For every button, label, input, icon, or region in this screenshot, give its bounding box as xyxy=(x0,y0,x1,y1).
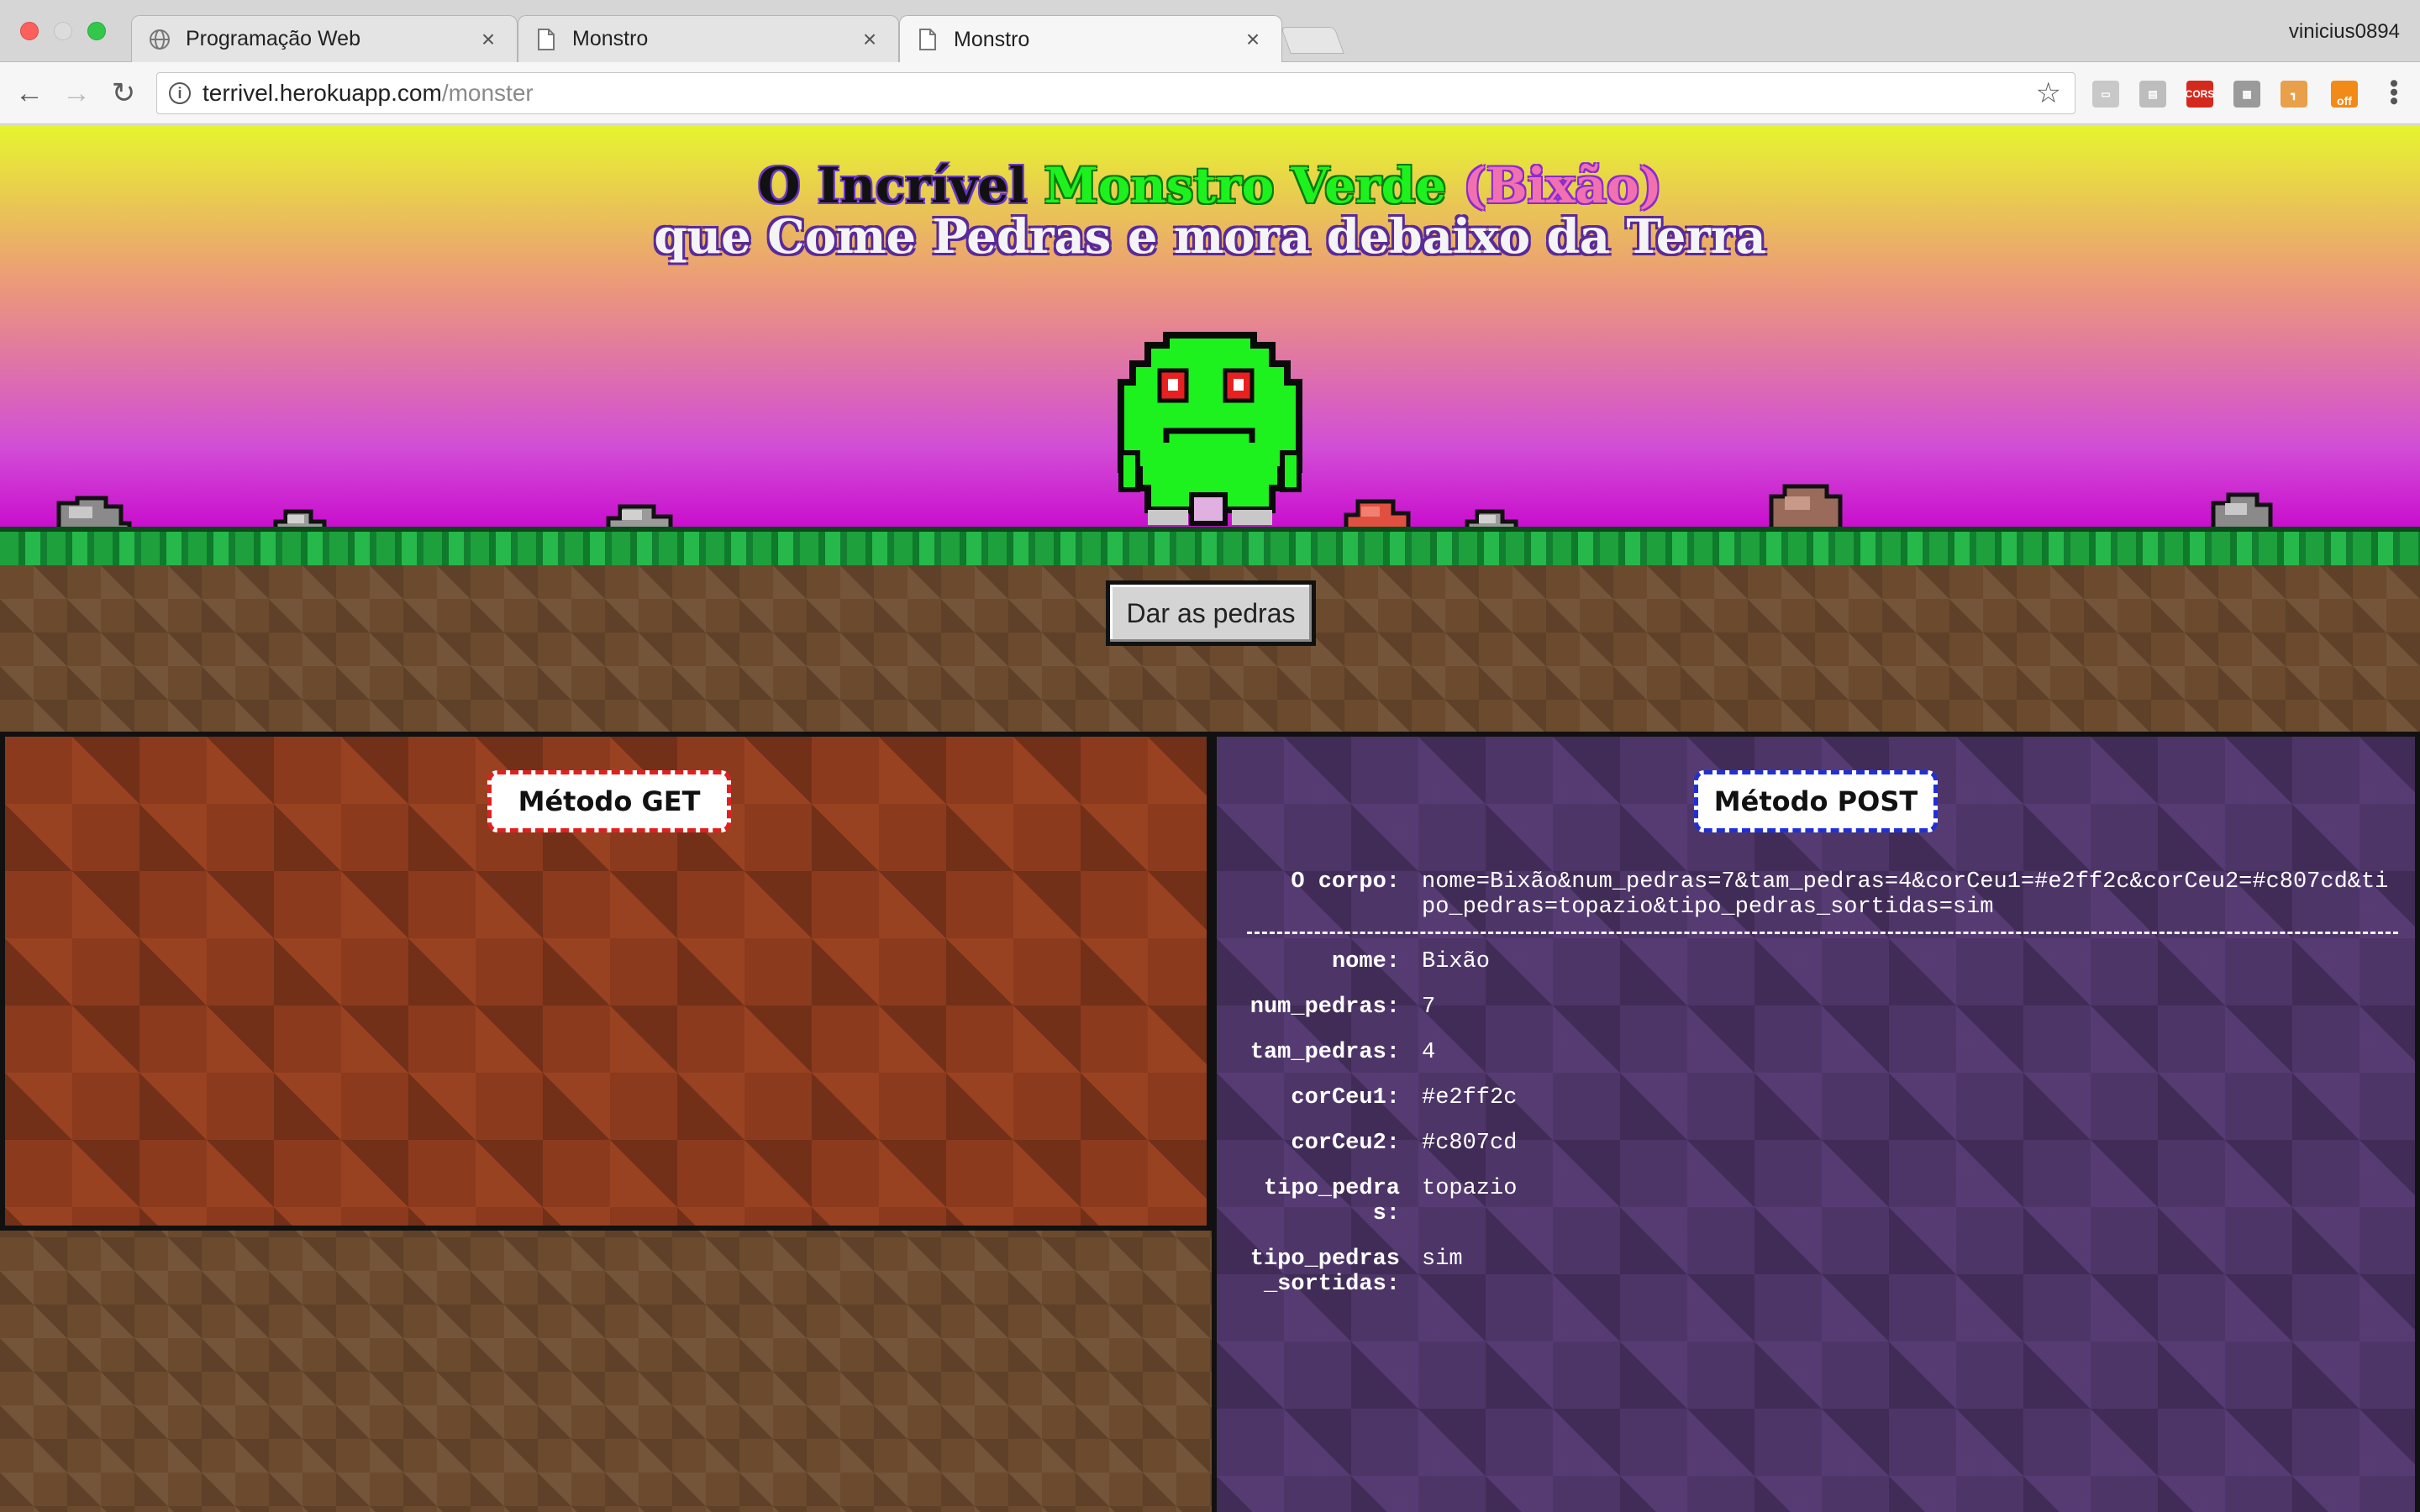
tab-strip: Programação Web × Monstro × Monstro × vi… xyxy=(0,0,2420,63)
close-window-button[interactable] xyxy=(20,22,39,40)
monster-image xyxy=(1118,332,1302,526)
field-row: tipo_pedras_sortidas: sim xyxy=(1247,1247,2398,1297)
profile-name[interactable]: vinicius0894 xyxy=(2289,20,2400,44)
field-row: tam_pedras: 4 xyxy=(1247,1040,2398,1065)
toolbar: ← → ↻ i terrivel.herokuapp.com/monster ☆… xyxy=(0,62,2420,124)
get-panel: Método GET xyxy=(0,732,1212,1231)
field-key: tipo_pedras_sortidas: xyxy=(1249,1247,1400,1297)
post-method-badge: Método POST xyxy=(1694,770,1938,832)
field-value: sim xyxy=(1422,1247,1463,1272)
cors-icon[interactable]: CORS xyxy=(2185,81,2215,108)
bookmark-star-icon[interactable]: ☆ xyxy=(2036,76,2061,110)
field-key: nome: xyxy=(1331,949,1400,974)
field-key: num_pedras: xyxy=(1249,995,1400,1020)
page-icon xyxy=(535,28,557,50)
field-row: num_pedras: 7 xyxy=(1247,995,2398,1020)
close-icon[interactable]: × xyxy=(476,26,500,53)
grid-icon[interactable]: ▦ xyxy=(2233,81,2260,108)
off-label: off xyxy=(2337,94,2352,108)
page: O Incrível Monstro Verde (Bixão) que Com… xyxy=(0,125,2420,1512)
tab-monstro-2[interactable]: Monstro × xyxy=(899,15,1282,63)
tab-title: Monstro xyxy=(954,27,1030,51)
close-icon[interactable]: × xyxy=(858,26,881,53)
field-value: 4 xyxy=(1422,1040,1436,1065)
field-value: topazio xyxy=(1422,1176,1518,1201)
field-row: corCeu1: #e2ff2c xyxy=(1247,1085,2398,1110)
page-subtitle: que Come Pedras e mora debaixo da Terra xyxy=(654,209,1766,265)
tab-monstro-1[interactable]: Monstro × xyxy=(518,15,899,62)
title-part-1: O Incrível xyxy=(757,157,1044,214)
url-path: /monster xyxy=(441,80,534,106)
body-value: nome=Bixão&num_pedras=7&tam_pedras=4&cor… xyxy=(1422,869,2389,920)
give-rocks-button[interactable]: Dar as pedras xyxy=(1106,580,1316,646)
globe-icon xyxy=(149,29,171,50)
cors-label: CORS xyxy=(2185,88,2215,100)
tab-title: Programação Web xyxy=(186,27,360,50)
field-key: corCeu2: xyxy=(1291,1131,1400,1156)
tab-title: Monstro xyxy=(572,27,649,50)
new-tab-button[interactable] xyxy=(1281,27,1344,54)
field-value: 7 xyxy=(1422,995,1436,1020)
page-icon xyxy=(917,29,939,50)
post-data-list: O corpo: nome=Bixão&num_pedras=7&tam_ped… xyxy=(1247,869,2398,1317)
field-key: corCeu1: xyxy=(1291,1085,1400,1110)
body-label: O corpo: xyxy=(1291,869,1400,895)
field-row: tipo_pedras: topazio xyxy=(1247,1176,2398,1226)
screenshot-icon[interactable]: ▤ xyxy=(2139,81,2166,108)
url-host: terrivel.herokuapp.com xyxy=(203,80,442,106)
field-value: #e2ff2c xyxy=(1422,1085,1518,1110)
grass xyxy=(0,527,2420,565)
cast-icon[interactable]: ▭ xyxy=(2092,81,2119,108)
page-title: O Incrível Monstro Verde (Bixão) xyxy=(0,157,2420,214)
post-panel: Método POST O corpo: nome=Bixão&num_pedr… xyxy=(1212,732,2420,1512)
get-method-badge: Método GET xyxy=(487,770,731,832)
minimize-window-button[interactable] xyxy=(54,22,72,40)
field-row: corCeu2: #c807cd xyxy=(1247,1131,2398,1156)
field-key: tam_pedras: xyxy=(1249,1040,1400,1065)
maximize-window-button[interactable] xyxy=(87,22,106,40)
divider xyxy=(1247,932,2398,934)
field-key: tipo_pedras: xyxy=(1263,1176,1400,1226)
hammer-icon[interactable]: ┓ xyxy=(2281,81,2307,108)
forward-icon[interactable]: → xyxy=(60,77,92,109)
body-row: O corpo: nome=Bixão&num_pedras=7&tam_ped… xyxy=(1247,869,2398,920)
info-icon[interactable]: i xyxy=(169,82,191,104)
reload-icon[interactable]: ↻ xyxy=(108,77,139,109)
title-part-3: (Bixão) xyxy=(1446,157,1663,214)
menu-icon[interactable]: ••• xyxy=(2380,79,2407,106)
off-icon[interactable]: off xyxy=(2331,81,2358,108)
back-icon[interactable]: ← xyxy=(13,77,45,109)
field-value: Bixão xyxy=(1422,949,1491,974)
title-part-2: Monstro Verde xyxy=(1044,157,1447,214)
field-value: #c807cd xyxy=(1422,1131,1518,1156)
field-row: nome: Bixão xyxy=(1247,949,2398,974)
tab-programacao-web[interactable]: Programação Web × xyxy=(131,15,518,62)
address-bar[interactable]: i terrivel.herokuapp.com/monster ☆ xyxy=(156,72,2075,114)
close-icon[interactable]: × xyxy=(1241,26,1265,53)
